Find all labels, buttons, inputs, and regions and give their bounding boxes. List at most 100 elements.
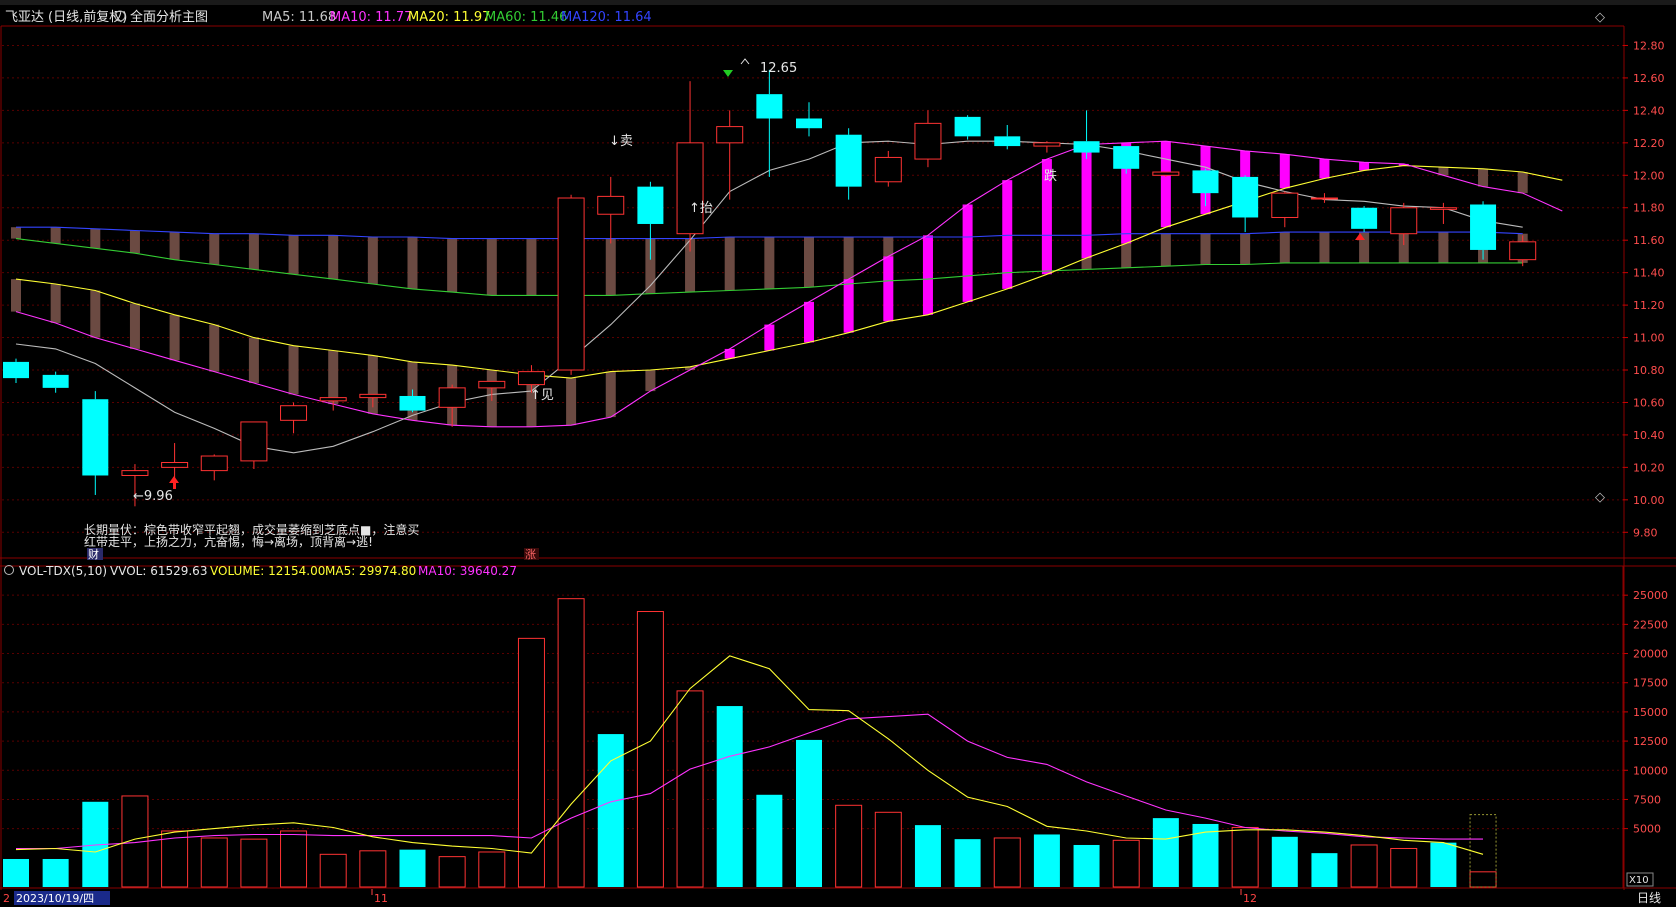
volume-bar (676, 690, 704, 888)
candle-body (1429, 207, 1457, 210)
short-term-ribbon-bar (328, 350, 339, 405)
long-term-ribbon-bar (407, 236, 418, 289)
volume-bar (1390, 847, 1418, 888)
short-term-ribbon-bar (248, 337, 259, 383)
short-term-ribbon-bar (1160, 141, 1171, 228)
volume-bar (319, 853, 347, 888)
candle-body (240, 421, 268, 462)
long-term-ribbon-bar (209, 233, 220, 265)
candle-body (716, 126, 744, 144)
short-term-ribbon-bar (764, 324, 775, 351)
volume-bar (1112, 839, 1140, 888)
long-term-ribbon-bar (1240, 233, 1251, 265)
daily-tab[interactable]: 日线 (1637, 891, 1661, 905)
short-term-ribbon-bar (1279, 154, 1290, 189)
long-term-ribbon-bar (605, 238, 616, 296)
long-term-ribbon-bar (129, 230, 140, 254)
volume-bar (636, 611, 664, 888)
short-term-ribbon-bar (962, 204, 973, 302)
long-term-ribbon-bar (328, 235, 339, 280)
price-tick-label: 12.80 (1633, 39, 1665, 52)
price-tick-label: 10.80 (1633, 364, 1665, 377)
candle-body (1271, 192, 1299, 218)
long-term-ribbon-bar (1200, 233, 1211, 265)
long-term-ribbon-bar (169, 232, 180, 260)
volume-bar (796, 739, 822, 887)
vol-indicator-title[interactable]: VOL-TDX(5,10) (19, 564, 107, 578)
short-term-ribbon-bar (1319, 159, 1330, 179)
ma5-label: MA5: 11.68 (262, 10, 336, 25)
candle-body (399, 395, 426, 411)
candle-body (1310, 197, 1338, 200)
price-tick-label: 12.60 (1633, 72, 1665, 85)
short-term-ribbon-bar (566, 378, 577, 426)
volume-bar (557, 598, 585, 888)
volume-tick-label: 10000 (1633, 764, 1668, 777)
finance-marker[interactable]: 财 (88, 547, 99, 561)
volume-tick-label: 15000 (1633, 706, 1668, 719)
volume-bar (993, 837, 1021, 888)
month-12-label: 12 (1243, 892, 1257, 905)
long-term-ribbon-bar (526, 238, 537, 296)
long-term-ribbon-bar (50, 227, 61, 244)
volume-bar (1430, 842, 1457, 887)
short-term-ribbon-bar (605, 371, 616, 418)
volume-bar (1231, 826, 1259, 888)
volume-bar (42, 858, 69, 887)
volume-bar (1033, 834, 1060, 887)
volume-bar (200, 837, 228, 888)
volume-bar (240, 838, 268, 888)
short-term-ribbon-bar (129, 303, 140, 349)
volume-bar (359, 850, 387, 888)
short-term-ribbon-bar (90, 290, 101, 338)
candle-body (1232, 176, 1259, 218)
view-label[interactable]: 全面分析主图 (130, 9, 208, 25)
short-term-ribbon-bar (169, 314, 180, 361)
volume-bar (835, 804, 863, 888)
price-tick-label: 11.60 (1633, 234, 1665, 247)
candle-body (1470, 204, 1497, 250)
short-term-ribbon-bar (1478, 168, 1489, 187)
short-term-ribbon-bar (1359, 162, 1370, 171)
long-term-ribbon-bar (486, 238, 497, 296)
candle-body (1509, 241, 1537, 261)
volume-bar (1350, 844, 1378, 888)
long-term-ribbon-bar (447, 238, 458, 293)
long-term-ribbon-bar (367, 236, 378, 285)
long-term-ribbon-bar (248, 233, 259, 270)
candle-body (597, 195, 625, 215)
volume-bar (874, 811, 902, 888)
candle-body (438, 387, 466, 408)
collapse-diamond-icon[interactable]: ◇ (1595, 10, 1605, 25)
price-tick-label: 11.80 (1633, 202, 1665, 215)
low-price-label: ←9.96 (133, 489, 173, 504)
price-tick-label: 10.40 (1633, 429, 1665, 442)
volume-bar (597, 734, 624, 887)
current-date-label: 2023/10/19/四 (16, 892, 94, 905)
short-term-ribbon-bar (209, 324, 220, 372)
drop-signal: 跌 (1044, 168, 1057, 184)
price-tick-label: 11.20 (1633, 299, 1665, 312)
price-tick-label: 10.60 (1633, 396, 1665, 409)
volume-bar (438, 856, 466, 888)
volume-tick-label: 22500 (1633, 618, 1668, 631)
ma60-label: MA60: 11.46 (485, 10, 567, 25)
vol-ma5-value: MA5: 29974.80 (325, 564, 416, 578)
candle-body (954, 116, 981, 137)
volume-bar (517, 637, 545, 888)
volume-bar (1271, 836, 1298, 887)
collapse-diamond-icon[interactable]: ◇ (1595, 490, 1605, 505)
candlestick (557, 194, 585, 375)
long-term-ribbon-bar (90, 228, 101, 249)
short-term-ribbon-bar (1517, 172, 1528, 194)
candle-body (1192, 170, 1219, 194)
candle-body (1390, 207, 1418, 235)
stock-chart-canvas[interactable]: 12.80 12.60 12.40 12.20 12.00 11.80 11.60 11.40… (0, 0, 1676, 907)
candle-body (359, 393, 387, 399)
candle-body (82, 399, 109, 476)
rise-marker[interactable]: 涨 (525, 548, 536, 561)
candle-body (676, 142, 704, 235)
vvol-value: VVOL: 61529.63 (110, 564, 207, 578)
volume-bar (914, 825, 941, 887)
candle-body (1351, 207, 1378, 229)
